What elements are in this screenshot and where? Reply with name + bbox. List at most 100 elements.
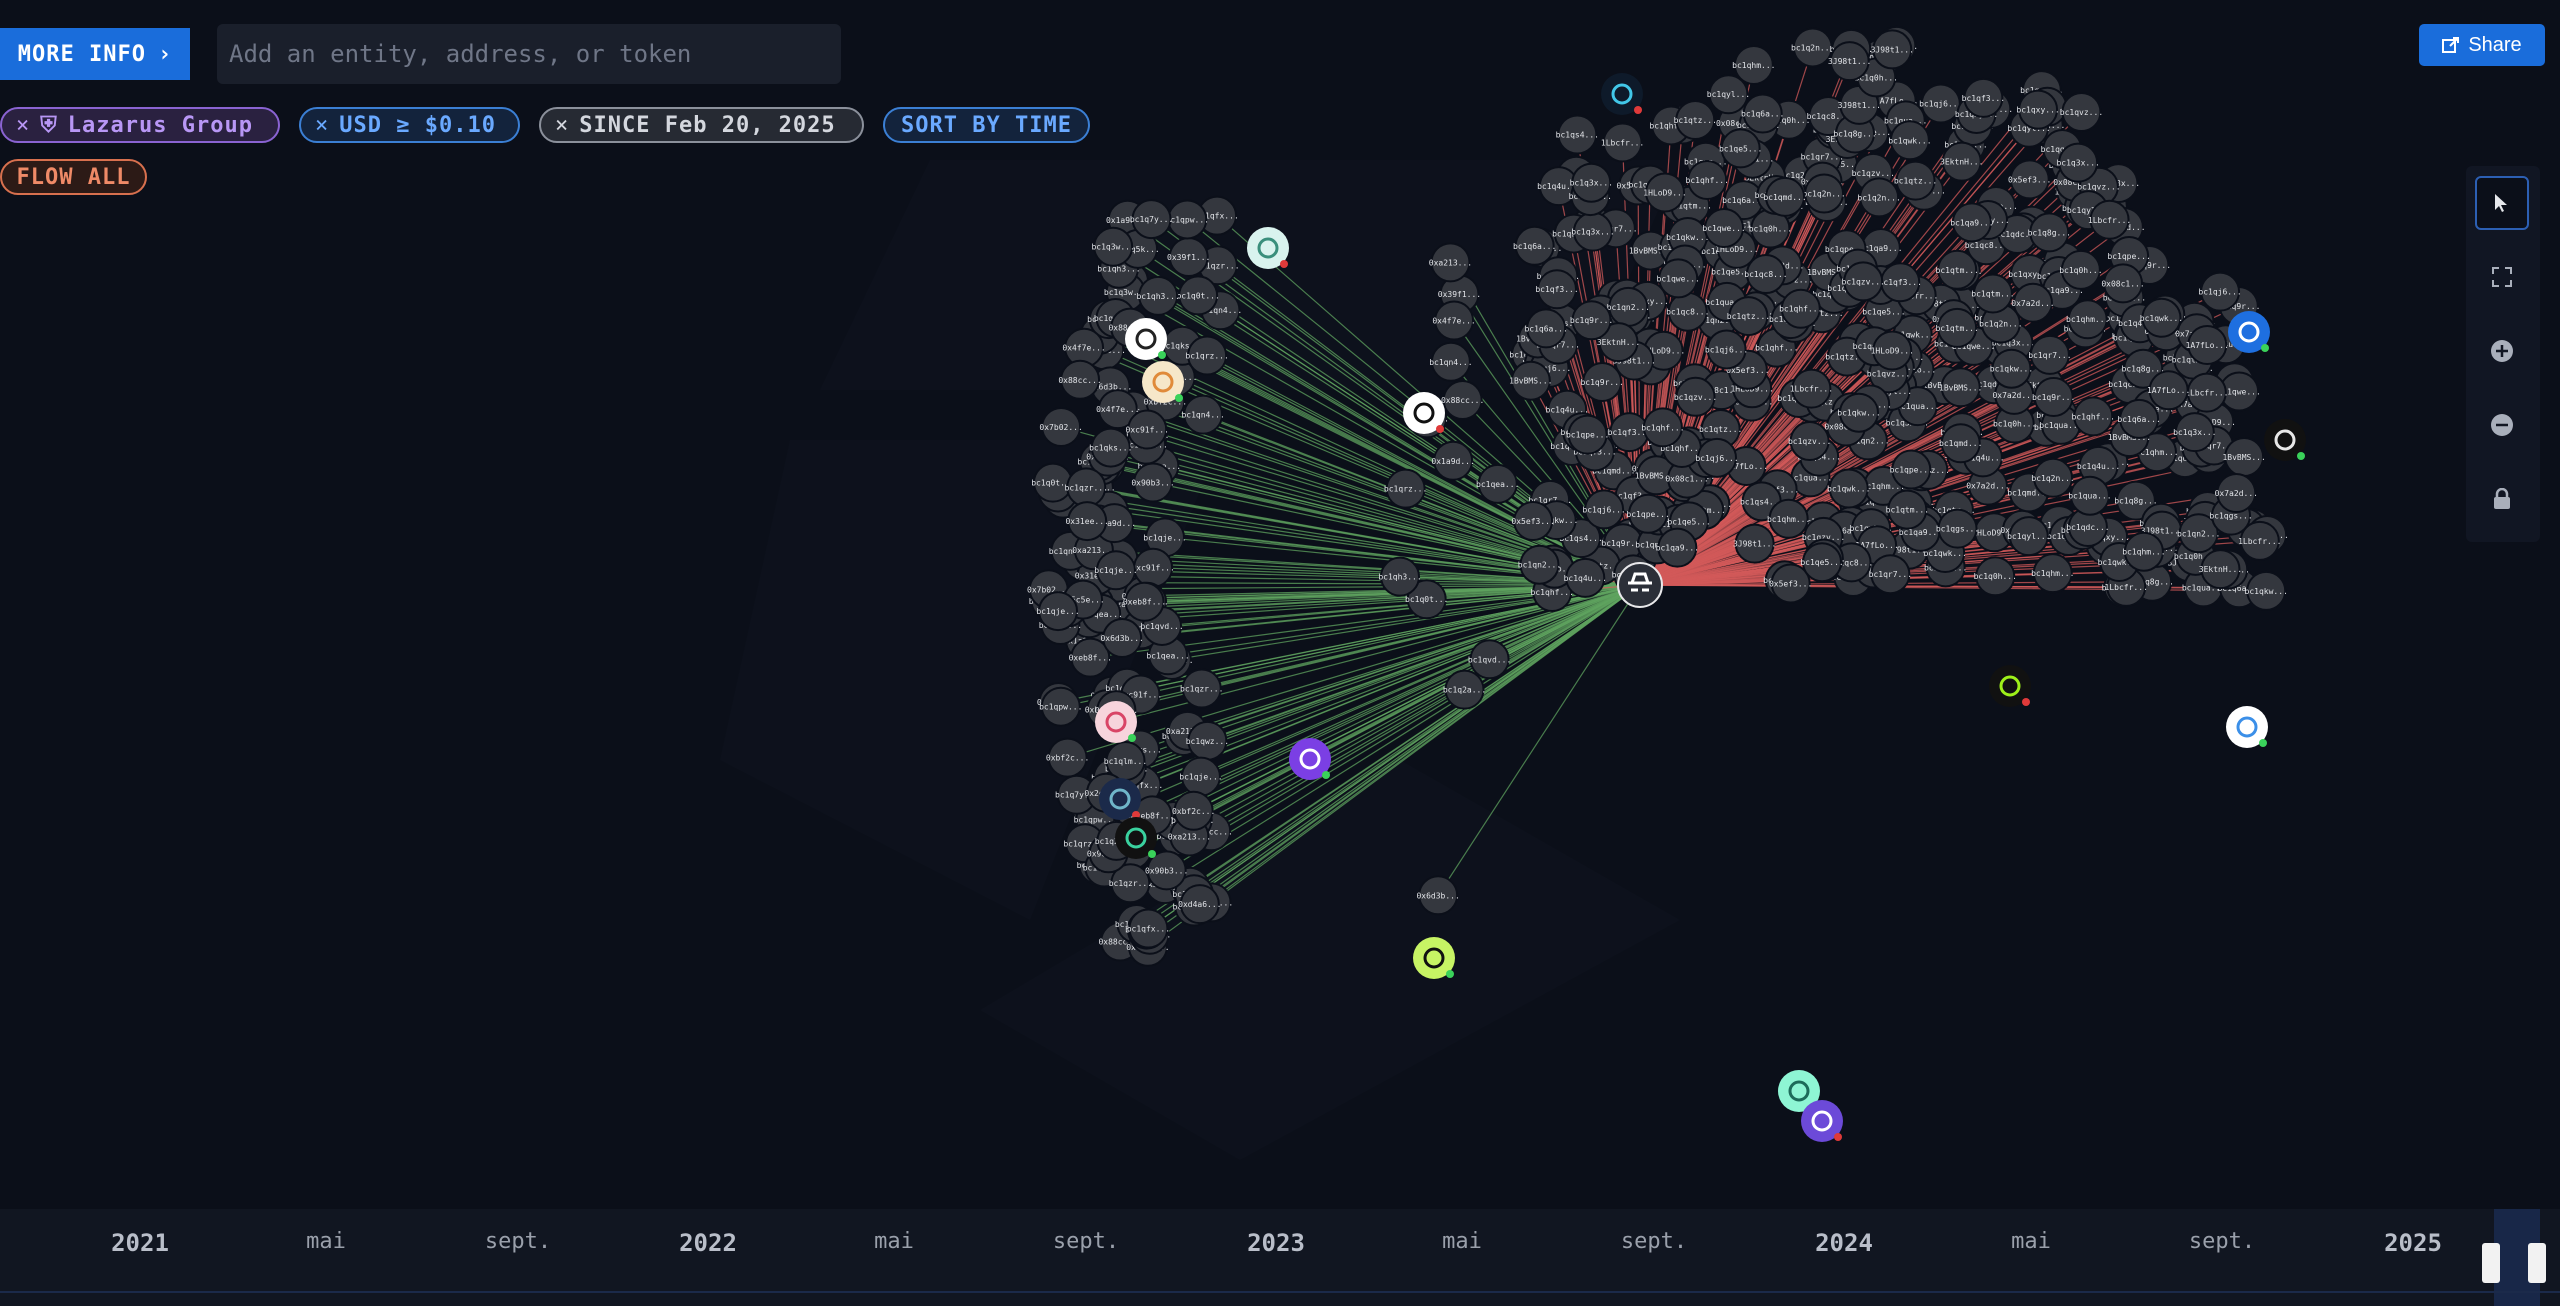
svg-text:bc1qe5...: bc1qe5... — [1800, 558, 1843, 567]
svg-text:bc1qpe...: bc1qpe... — [1890, 466, 1933, 475]
timeline-handle-start[interactable] — [2482, 1243, 2500, 1283]
timeline-handle-end[interactable] — [2528, 1243, 2546, 1283]
flow-all-button[interactable]: FLOW ALL — [0, 159, 147, 195]
address-node[interactable]: 0xbf2c... — [1046, 737, 1089, 778]
svg-text:bc1qwk...: bc1qwk... — [1827, 484, 1870, 493]
svg-text:bc1qzv...: bc1qzv... — [1852, 169, 1895, 178]
filter-chip-entity[interactable]: × ⛨ Lazarus Group — [0, 107, 280, 143]
flow-edge — [1164, 584, 1641, 885]
svg-text:bc1qtm...: bc1qtm... — [1935, 324, 1978, 333]
zoom-in-icon[interactable] — [2475, 324, 2529, 378]
svg-text:0xbf2c...: 0xbf2c... — [1046, 754, 1089, 763]
entity-logo-icon[interactable] — [1989, 665, 2031, 707]
svg-text:bc1qj6...: bc1qj6... — [1582, 505, 1625, 514]
entity-logo-icon[interactable] — [2228, 311, 2270, 353]
address-node[interactable]: bc1qs4... — [1556, 114, 1599, 155]
transaction-graph[interactable]: 0xbf2c... bc1qpw... bc1q3w... bc1qje... 0xeb… — [0, 0, 2560, 1210]
svg-text:bc1q3x...: bc1q3x... — [2173, 428, 2216, 437]
svg-text:bc1qf3...: bc1qf3... — [1962, 94, 2005, 103]
address-node[interactable]: bc1qje... — [1179, 756, 1223, 797]
address-node[interactable]: 1Lbcfr... — [1601, 122, 1644, 163]
svg-text:bc1qzv...: bc1qzv... — [1842, 277, 1885, 286]
more-info-button[interactable]: MORE INFO › — [0, 28, 190, 80]
svg-text:0x7a2d...: 0x7a2d... — [1992, 391, 2035, 400]
search-input[interactable] — [217, 24, 841, 84]
select-icon[interactable] — [2475, 176, 2529, 230]
share-button[interactable]: Share — [2419, 24, 2545, 66]
address-node[interactable]: 0x7b02... — [1039, 407, 1083, 448]
svg-text:bc1q0h...: bc1q0h... — [1749, 225, 1792, 234]
svg-text:bc1qyl...: bc1qyl... — [1707, 90, 1750, 99]
lock-icon[interactable] — [2475, 472, 2529, 526]
svg-text:bc1qkw...: bc1qkw... — [1837, 409, 1880, 418]
external-link-icon — [2442, 37, 2460, 53]
entity-logo-icon[interactable] — [1801, 1100, 1843, 1142]
timeline-baseline — [0, 1291, 2560, 1293]
entity-logo-icon[interactable] — [2264, 419, 2306, 461]
entity-logo-icon[interactable] — [1125, 318, 1167, 360]
entity-logo-icon[interactable] — [1289, 738, 1331, 780]
address-node[interactable]: bc1qzr... — [1180, 668, 1223, 709]
timeline[interactable]: 2021 mai sept. 2022 mai sept. 2023 mai s… — [0, 1209, 2560, 1306]
zoom-out-icon[interactable] — [2475, 398, 2529, 452]
sort-by-time-button[interactable]: SORT BY TIME — [883, 107, 1090, 143]
svg-text:bc1q3x...: bc1q3x... — [2056, 159, 2099, 168]
timeline-month: mai — [306, 1229, 346, 1254]
filter-chip-since[interactable]: × SINCE Feb 20, 2025 — [539, 107, 864, 143]
address-node[interactable]: 0x88cc... — [1441, 380, 1484, 421]
address-node[interactable]: 0x6d3b... — [1416, 875, 1460, 916]
svg-text:bc1qpe...: bc1qpe... — [1626, 510, 1669, 519]
svg-text:bc1qxy...: bc1qxy... — [2016, 106, 2059, 115]
spy-icon: ⛨ — [40, 112, 58, 138]
svg-text:bc1q3x...: bc1q3x... — [1570, 179, 1613, 188]
remove-filter-icon[interactable]: × — [16, 113, 30, 138]
svg-text:bc1qa9...: bc1qa9... — [1656, 544, 1699, 553]
svg-text:bc1qje...: bc1qje... — [1179, 773, 1222, 782]
entity-logo-icon[interactable] — [1142, 361, 1184, 403]
remove-filter-icon[interactable]: × — [315, 113, 329, 138]
remove-filter-icon[interactable]: × — [555, 113, 569, 138]
svg-text:bc1qtz...: bc1qtz... — [1699, 425, 1742, 434]
address-node[interactable]: bc1qn4... — [1429, 341, 1473, 382]
svg-text:bc1q9r...: bc1q9r... — [1570, 316, 1613, 325]
entity-logo-icon[interactable] — [1099, 778, 1141, 820]
entity-logo-icon[interactable] — [1095, 701, 1137, 743]
entity-logo-icon[interactable] — [1413, 937, 1455, 979]
svg-text:bc1qgs...: bc1qgs... — [2209, 512, 2252, 521]
svg-text:0x6d3b...: 0x6d3b... — [1100, 634, 1143, 643]
fit-icon[interactable] — [2475, 250, 2529, 304]
svg-text:bc1qhf...: bc1qhf... — [1686, 176, 1729, 185]
entity-logo-icon[interactable] — [1115, 817, 1157, 859]
svg-text:bc1qhf...: bc1qhf... — [1641, 423, 1684, 432]
svg-text:1BvBMS...: 1BvBMS... — [1509, 377, 1552, 386]
svg-text:0x90b3...: 0x90b3... — [1131, 479, 1174, 488]
svg-text:0x4f7e...: 0x4f7e... — [1062, 344, 1105, 353]
svg-text:0x31ee...: 0x31ee... — [1065, 517, 1108, 526]
entity-logo-icon[interactable] — [1601, 73, 1643, 115]
svg-text:bc1qwk...: bc1qwk... — [2140, 314, 2183, 323]
svg-text:bc1qks...: bc1qks... — [1089, 444, 1132, 453]
svg-text:bc1qwe...: bc1qwe... — [1702, 224, 1745, 233]
timeline-month: sept. — [1052, 1229, 1120, 1254]
entity-logo-icon[interactable] — [1403, 392, 1445, 434]
svg-text:bc1qtz...: bc1qtz... — [1674, 116, 1717, 125]
svg-text:bc1qpe...: bc1qpe... — [2107, 252, 2150, 261]
address-node[interactable]: bc1qvz... — [2060, 92, 2103, 133]
svg-text:bc1qmd...: bc1qmd... — [1939, 439, 1982, 448]
svg-text:bc1qvz...: bc1qvz... — [1867, 369, 1910, 378]
timeline-year: 2024 — [1815, 1229, 1873, 1257]
lazarus-hub-node[interactable] — [1617, 562, 1663, 608]
entity-logo-icon[interactable] — [2226, 706, 2268, 748]
address-node[interactable]: 0x5ef3... — [2008, 159, 2051, 200]
address-node[interactable]: bc1qn4... — [1181, 394, 1225, 435]
svg-text:bc1qj6...: bc1qj6... — [2198, 288, 2241, 297]
svg-text:bc1q4u...: bc1q4u... — [1564, 574, 1607, 583]
svg-text:bc1qtz...: bc1qtz... — [1727, 312, 1770, 321]
svg-text:1Lbcfr...: 1Lbcfr... — [1601, 139, 1644, 148]
svg-text:bc1qvz...: bc1qvz... — [2060, 108, 2103, 117]
filter-chip-usd[interactable]: × USD ≥ $0.10 — [299, 107, 520, 143]
entity-logo-icon[interactable] — [1247, 227, 1289, 269]
svg-text:bc1qpw...: bc1qpw... — [1039, 703, 1082, 712]
svg-text:1A7fLo...: 1A7fLo... — [2186, 341, 2229, 350]
svg-text:1BvBMS...: 1BvBMS... — [1939, 383, 1982, 392]
